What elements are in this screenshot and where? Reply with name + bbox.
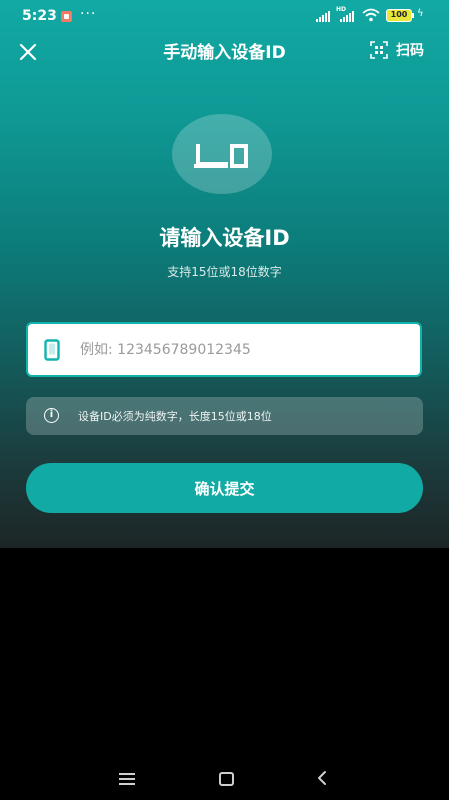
charging-icon: ϟ [417, 8, 424, 19]
nav-home-button[interactable] [219, 772, 234, 786]
phone-icon [44, 339, 60, 361]
nav-menu-button[interactable] [119, 773, 135, 785]
hint-box: i 设备ID必须为纯数字，长度15位或18位 [26, 397, 423, 435]
scan-qr-icon [370, 41, 388, 59]
info-icon: i [44, 408, 59, 423]
device-id-input-container [26, 322, 422, 377]
signal-strength-icon-2 [340, 11, 354, 22]
scan-label: 扫码 [396, 43, 424, 59]
submit-button[interactable]: 确认提交 [26, 463, 423, 513]
scan-button[interactable]: 扫码 [370, 38, 424, 62]
status-bar: 5:23 ··· HD 100 ϟ [0, 0, 449, 34]
wifi-icon [362, 8, 380, 22]
subtitle: 支持15位或18位数字 [167, 265, 282, 279]
device-screen-icon [194, 144, 248, 168]
notification-icon [61, 11, 72, 22]
more-notifications-icon: ··· [80, 6, 97, 22]
main-title: 请输入设备ID [159, 226, 290, 250]
battery-icon: 100 [386, 9, 412, 22]
status-time: 5:23 [22, 8, 57, 24]
nav-back-button[interactable] [316, 770, 328, 786]
battery-tip [412, 13, 414, 18]
screen: 5:23 ··· HD 100 ϟ 手动输入设备ID 扫码 请输入设备ID 支持… [0, 0, 449, 800]
hint-text: 设备ID必须为纯数字，长度15位或18位 [78, 410, 272, 423]
device-icon-circle [172, 114, 272, 194]
device-id-input[interactable] [80, 336, 410, 364]
signal-strength-icon [316, 11, 330, 22]
